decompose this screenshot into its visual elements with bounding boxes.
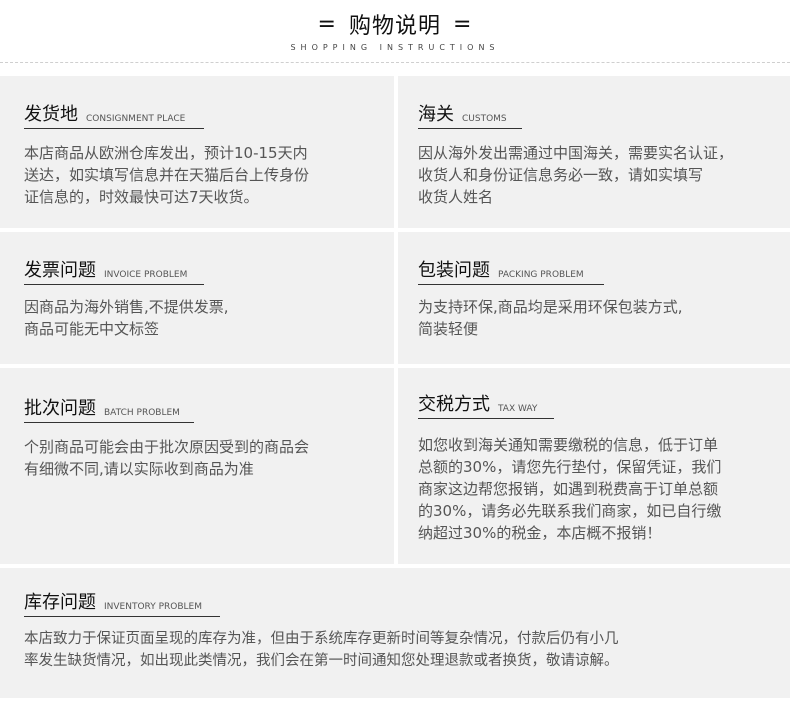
panel-invoice-text: 因商品为海外销售,不提供发票, 商品可能无中文标签 bbox=[24, 296, 229, 340]
text-line: 收货人姓名 bbox=[418, 188, 494, 206]
panel-invoice-title-cn: 发票问题 bbox=[24, 260, 96, 281]
panel-inventory-title: 库存问题 INVENTORY PROBLEM bbox=[24, 592, 202, 614]
panel-batch-title: 批次问题 BATCH PROBLEM bbox=[24, 398, 180, 420]
panel-tax-title: 交税方式 TAX WAY bbox=[418, 394, 537, 416]
panel-tax: 交税方式 TAX WAY 如您收到海关通知需要缴税的信息，低于订单 总额的30%… bbox=[398, 368, 790, 564]
text-line: 纳超过30%的税金，本店概不报销！ bbox=[418, 524, 662, 542]
panel-inventory: 库存问题 INVENTORY PROBLEM 本店致力于保证页面呈现的库存为准，… bbox=[0, 568, 790, 698]
panel-customs: 海关 CUSTOMS 因从海外发出需通过中国海关，需要实名认证， 收货人和身份证… bbox=[398, 76, 790, 228]
panel-tax-title-cn: 交税方式 bbox=[418, 394, 490, 415]
panel-batch: 批次问题 BATCH PROBLEM 个别商品可能会由于批次原因受到的商品会 有… bbox=[0, 368, 394, 564]
text-line: 的30%，请务必先联系我们商家，如已自行缴 bbox=[418, 502, 722, 520]
text-line: 总额的30%，请您先行垫付，保留凭证，我们 bbox=[418, 458, 722, 476]
panel-inventory-underline bbox=[24, 616, 220, 617]
panel-batch-title-en: BATCH PROBLEM bbox=[104, 408, 180, 418]
page-header: = 购物说明 = SHOPPING INSTRUCTIONS bbox=[0, 0, 790, 64]
text-line: 简装轻便 bbox=[418, 320, 479, 338]
title-right-mark: = bbox=[453, 11, 473, 37]
text-line: 证信息的，时效最快可达7天收货。 bbox=[24, 188, 259, 206]
title-left-mark: = bbox=[317, 11, 337, 37]
panel-packing: 包装问题 PACKING PROBLEM 为支持环保,商品均是采用环保包装方式,… bbox=[398, 232, 790, 364]
panel-invoice-underline bbox=[24, 284, 204, 285]
panel-batch-underline bbox=[24, 422, 194, 423]
text-line: 为支持环保,商品均是采用环保包装方式, bbox=[418, 298, 683, 316]
text-line: 送达，如实填写信息并在天猫后台上传身份 bbox=[24, 166, 310, 184]
text-line: 本店商品从欧洲仓库发出，预计10-15天内 bbox=[24, 144, 308, 162]
text-line: 因商品为海外销售,不提供发票, bbox=[24, 298, 229, 316]
panel-customs-title-cn: 海关 bbox=[418, 104, 454, 125]
panel-invoice: 发票问题 INVOICE PROBLEM 因商品为海外销售,不提供发票, 商品可… bbox=[0, 232, 394, 364]
text-line: 如您收到海关通知需要缴税的信息，低于订单 bbox=[418, 436, 719, 454]
text-line: 有细微不同,请以实际收到商品为准 bbox=[24, 460, 254, 478]
text-line: 因从海外发出需通过中国海关，需要实名认证， bbox=[418, 144, 734, 162]
panel-shipping: 发货地 CONSIGNMENT PLACE 本店商品从欧洲仓库发出，预计10-1… bbox=[0, 76, 394, 228]
panel-customs-underline bbox=[418, 128, 522, 129]
panel-customs-title: 海关 CUSTOMS bbox=[418, 104, 507, 126]
panel-shipping-text: 本店商品从欧洲仓库发出，预计10-15天内 送达，如实填写信息并在天猫后台上传身… bbox=[24, 142, 309, 208]
panel-packing-underline bbox=[418, 284, 604, 285]
panel-shipping-title-en: CONSIGNMENT PLACE bbox=[86, 114, 186, 124]
panel-packing-title-cn: 包装问题 bbox=[418, 260, 490, 281]
text-line: 收货人和身份证信息务必一致，请如实填写 bbox=[418, 166, 704, 184]
panel-customs-text: 因从海外发出需通过中国海关，需要实名认证， 收货人和身份证信息务必一致，请如实填… bbox=[418, 142, 733, 208]
panel-packing-text: 为支持环保,商品均是采用环保包装方式, 简装轻便 bbox=[418, 296, 683, 340]
panel-tax-text: 如您收到海关通知需要缴税的信息，低于订单 总额的30%，请您先行垫付，保留凭证，… bbox=[418, 434, 721, 544]
page-title: 购物说明 bbox=[348, 14, 441, 39]
text-line: 商家这边帮您报销，如遇到税费高于订单总额 bbox=[418, 480, 719, 498]
panel-customs-title-en: CUSTOMS bbox=[462, 114, 507, 124]
header-divider bbox=[0, 62, 790, 63]
page-title-row: = 购物说明 = bbox=[0, 8, 790, 40]
panel-batch-title-cn: 批次问题 bbox=[24, 398, 96, 419]
panel-inventory-text: 本店致力于保证页面呈现的库存为准，但由于系统库存更新时间等复杂情况，付款后仍有小… bbox=[24, 628, 619, 672]
panel-tax-underline bbox=[418, 418, 554, 419]
page-subtitle: SHOPPING INSTRUCTIONS bbox=[290, 43, 500, 52]
text-line: 本店致力于保证页面呈现的库存为准，但由于系统库存更新时间等复杂情况，付款后仍有小… bbox=[24, 631, 619, 647]
panel-batch-text: 个别商品可能会由于批次原因受到的商品会 有细微不同,请以实际收到商品为准 bbox=[24, 436, 309, 480]
panel-inventory-title-cn: 库存问题 bbox=[24, 592, 96, 613]
panel-tax-title-en: TAX WAY bbox=[498, 404, 538, 414]
text-line: 率发生缺货情况，如出现此类情况，我们会在第一时间通知您处理退款或者换货，敬请谅解… bbox=[24, 653, 619, 669]
panel-invoice-title-en: INVOICE PROBLEM bbox=[104, 270, 188, 280]
panel-invoice-title: 发票问题 INVOICE PROBLEM bbox=[24, 260, 187, 282]
text-line: 商品可能无中文标签 bbox=[24, 320, 160, 338]
panel-shipping-underline bbox=[24, 128, 204, 129]
panel-shipping-title: 发货地 CONSIGNMENT PLACE bbox=[24, 104, 185, 126]
panel-packing-title: 包装问题 PACKING PROBLEM bbox=[418, 260, 584, 282]
panel-shipping-title-cn: 发货地 bbox=[24, 104, 78, 125]
panel-packing-title-en: PACKING PROBLEM bbox=[498, 270, 584, 280]
panel-inventory-title-en: INVENTORY PROBLEM bbox=[104, 602, 202, 612]
text-line: 个别商品可能会由于批次原因受到的商品会 bbox=[24, 438, 310, 456]
